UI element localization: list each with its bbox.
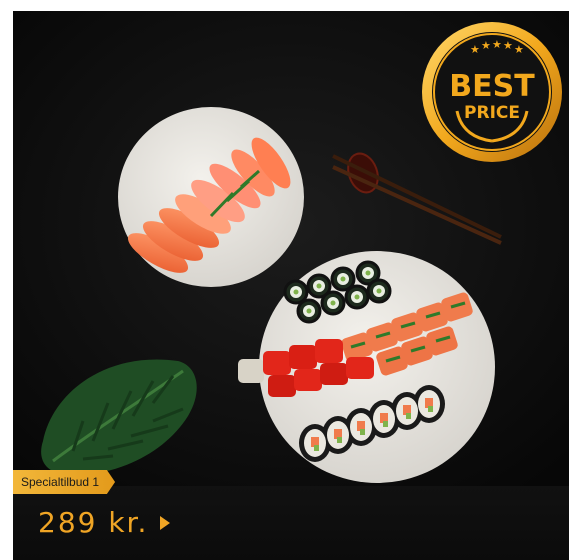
price-label: 289 kr. — [38, 506, 149, 539]
svg-text:★: ★ — [481, 39, 491, 52]
price-button[interactable]: 289 kr. — [38, 506, 171, 539]
play-icon — [160, 515, 171, 530]
svg-text:★: ★ — [514, 43, 524, 56]
best-price-badge: ★ ★ ★ ★ ★ BEST PRICE — [422, 22, 562, 162]
svg-text:★: ★ — [503, 39, 513, 52]
offer-card[interactable]: ★ ★ ★ ★ ★ BEST PRICE Specialtilbud 1 289… — [13, 11, 569, 560]
offer-tag: Specialtilbud 1 — [13, 470, 116, 494]
svg-text:★: ★ — [470, 43, 480, 56]
badge-price-text: PRICE — [464, 103, 520, 123]
svg-text:★: ★ — [492, 38, 502, 51]
badge-best-text: BEST — [449, 69, 535, 104]
